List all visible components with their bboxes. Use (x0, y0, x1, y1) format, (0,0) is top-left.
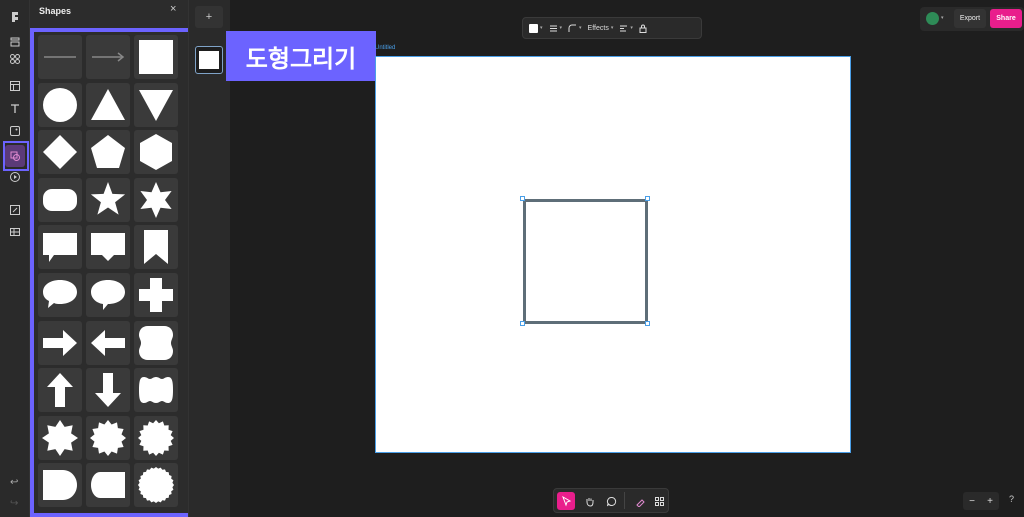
share-button[interactable]: Share (990, 9, 1022, 28)
zoom-in-button[interactable]: + (987, 496, 993, 507)
components-icon[interactable] (6, 50, 24, 68)
stroke-icon (549, 25, 557, 31)
resize-handle-tr[interactable] (645, 196, 650, 201)
effects-button[interactable]: Effects ▾ (588, 25, 614, 32)
align-button[interactable]: ▾ (619, 24, 633, 33)
edit-icon[interactable] (6, 201, 24, 219)
cursor-icon (561, 495, 571, 506)
table-icon[interactable] (6, 223, 24, 241)
align-icon (620, 25, 628, 31)
resize-handle-br[interactable] (645, 321, 650, 326)
fill-color-button[interactable]: ▾ (529, 23, 543, 33)
fill-swatch (529, 23, 538, 33)
lock-button[interactable] (639, 24, 647, 33)
close-icon[interactable]: × (170, 3, 176, 15)
select-tool-button[interactable] (557, 492, 575, 510)
toolbar-divider (624, 492, 625, 509)
brush-icon (635, 498, 645, 507)
stroke-button[interactable]: ▾ (549, 24, 562, 33)
grid-toggle-icon (654, 496, 664, 506)
resize-handle-bl[interactable] (520, 321, 525, 326)
lock-icon (639, 24, 647, 33)
corner-radius-button[interactable]: ▾ (568, 24, 582, 33)
image-icon[interactable] (6, 122, 24, 140)
logo-icon[interactable] (6, 8, 24, 26)
left-rail: ↩ ↪ (0, 0, 30, 517)
pages-column: + (188, 0, 230, 517)
undo-icon[interactable]: ↩ (10, 477, 18, 488)
comment-tool-button[interactable] (602, 492, 620, 510)
corner-icon (568, 24, 577, 32)
export-button[interactable]: Export (954, 9, 986, 28)
add-page-button[interactable]: + (195, 6, 223, 28)
bottom-toolbar (553, 488, 669, 513)
zoom-out-button[interactable]: − (969, 496, 975, 507)
frame-label[interactable]: Untitled (375, 45, 395, 51)
resize-handle-tl[interactable] (520, 196, 525, 201)
template-icon[interactable] (6, 77, 24, 95)
effects-label: Effects (587, 24, 609, 32)
page-thumbnail[interactable] (195, 46, 223, 74)
chevron-down-icon: ▾ (941, 15, 944, 21)
comment-icon (606, 496, 616, 506)
shapes-tool-highlight (3, 141, 29, 171)
code-tool-button[interactable] (650, 492, 668, 510)
zoom-control: − + (963, 492, 999, 510)
plugin-tool-button[interactable] (631, 492, 649, 510)
text-icon[interactable] (6, 100, 24, 118)
annotation-label: 도형그리기 (226, 31, 376, 81)
panel-title: Shapes (39, 6, 72, 16)
help-button[interactable]: ? (1009, 494, 1014, 504)
top-toolbar: ▾ ▾ ▾ Effects ▾ ▾ (522, 17, 702, 39)
avatar[interactable] (926, 12, 939, 25)
redo-icon[interactable]: ↪ (10, 498, 18, 509)
app-root: ↩ ↪ Shapes × + 도형그리기 ▾ ▾ ▾ Effects ▾ ▾ ▾ … (0, 0, 1024, 517)
hand-icon (586, 497, 593, 507)
hand-tool-button[interactable] (580, 492, 598, 510)
selected-square-shape[interactable] (523, 199, 648, 324)
layers-icon[interactable] (6, 33, 24, 51)
